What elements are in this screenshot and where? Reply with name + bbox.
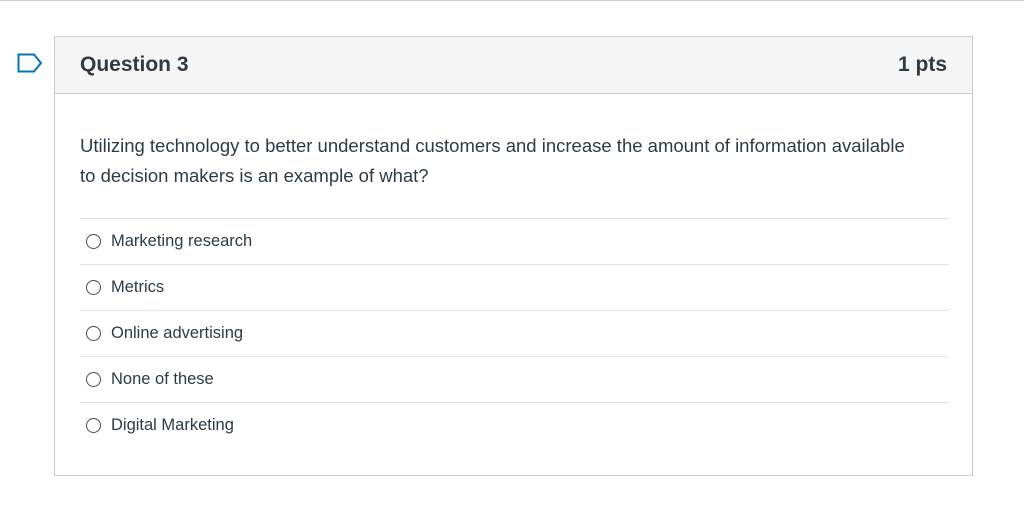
answer-option[interactable]: Digital Marketing (80, 402, 949, 448)
question-header: Question 3 1 pts (55, 37, 972, 94)
radio-unchecked-icon[interactable] (86, 372, 101, 387)
answer-label: Online advertising (111, 324, 244, 342)
radio-unchecked-icon[interactable] (86, 234, 101, 249)
answer-option[interactable]: Online advertising (80, 310, 949, 356)
radio-unchecked-icon[interactable] (86, 280, 101, 295)
question-card: Question 3 1 pts Utilizing technology to… (54, 36, 973, 476)
answer-option[interactable]: Marketing research (80, 218, 949, 264)
answer-label: Metrics (111, 278, 165, 296)
answer-label: Digital Marketing (111, 416, 234, 434)
question-text: Utilizing technology to better understan… (80, 135, 905, 186)
answer-label: None of these (111, 370, 214, 388)
answer-label: Marketing research (111, 232, 253, 250)
question-points: 1 pts (897, 53, 947, 76)
top-divider (0, 0, 1024, 1)
question-title: Question 3 (80, 53, 189, 76)
flag-icon[interactable] (17, 53, 43, 73)
radio-unchecked-icon[interactable] (86, 418, 101, 433)
answer-option[interactable]: None of these (80, 356, 949, 402)
answer-option[interactable]: Metrics (80, 264, 949, 310)
radio-unchecked-icon[interactable] (86, 326, 101, 341)
answer-list: Marketing research Metrics Online advert… (80, 218, 949, 448)
